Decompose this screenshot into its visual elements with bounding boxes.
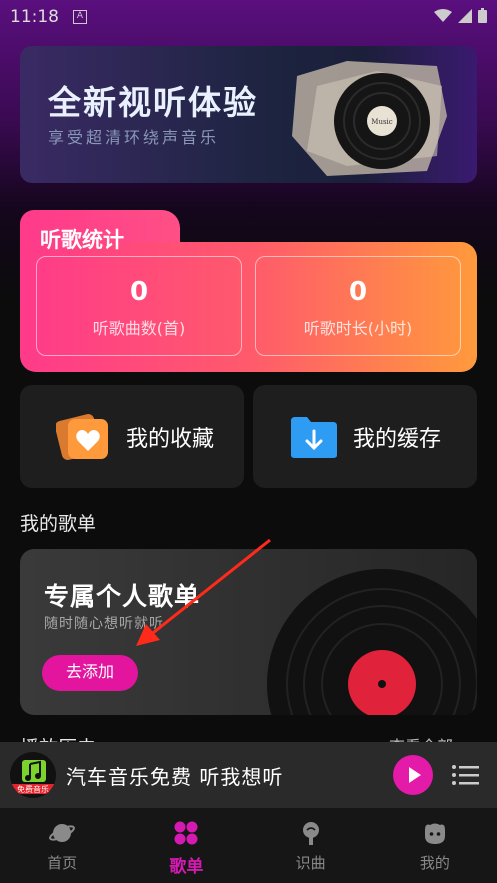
- mic-icon: [302, 822, 319, 845]
- stat-label: 听歌时长(小时): [303, 319, 413, 338]
- my-playlists-title: 我的歌单: [20, 513, 97, 535]
- tab-label: 我的: [419, 854, 450, 872]
- tab-recognize[interactable]: 识曲: [249, 808, 373, 883]
- add-playlist-button[interactable]: 去添加: [42, 655, 138, 691]
- tab-label: 首页: [47, 854, 78, 872]
- stat-song-count: 0 听歌曲数(首): [36, 256, 242, 356]
- banner-title: 全新视听体验: [48, 83, 258, 122]
- bottom-tab-bar: 首页 歌单 识曲 我的: [0, 808, 497, 883]
- stat-listen-hours: 0 听歌时长(小时): [255, 256, 461, 356]
- cache-label: 我的缓存: [353, 426, 442, 452]
- play-icon: [409, 767, 421, 783]
- planet-icon: [49, 824, 76, 842]
- favorites-label: 我的收藏: [126, 426, 215, 452]
- battery-icon: [478, 8, 487, 23]
- now-playing-title: 汽车音乐免费 听我想听: [66, 764, 284, 789]
- mini-player[interactable]: 免费音乐 汽车音乐免费 听我想听: [0, 742, 497, 808]
- play-button[interactable]: [393, 755, 433, 795]
- annotation-arrow-icon: [136, 538, 271, 646]
- grid-icon: [174, 821, 198, 845]
- download-folder-icon: [291, 416, 337, 458]
- art-caption: 免费音乐: [17, 784, 49, 794]
- vinyl-icon: [267, 569, 477, 715]
- status-icons: [434, 8, 487, 23]
- cache-card[interactable]: 我的缓存: [253, 385, 477, 488]
- record-label: Music: [371, 118, 393, 126]
- vinyl-record-artwork: Music: [292, 61, 447, 176]
- stat-value: 0: [129, 277, 149, 307]
- promo-banner[interactable]: 全新视听体验 享受超清环绕声音乐 Music: [20, 46, 477, 183]
- status-bar: 11:18 A: [0, 0, 497, 34]
- banner-subtitle: 享受超清环绕声音乐: [48, 128, 220, 147]
- signal-icon: [458, 8, 472, 23]
- stat-value: 0: [348, 277, 368, 307]
- status-time: 11:18: [10, 7, 59, 27]
- favorites-card[interactable]: 我的收藏: [20, 385, 244, 488]
- face-icon: [424, 823, 445, 844]
- tab-mine[interactable]: 我的: [373, 808, 497, 883]
- listening-stats-card: 听歌统计 0 听歌曲数(首) 0 听歌时长(小时): [20, 210, 477, 372]
- wifi-icon: [434, 8, 452, 22]
- heart-folder-icon: [56, 413, 108, 460]
- notification-icon: A: [73, 10, 87, 24]
- music-note-icon: 免费音乐: [12, 760, 54, 794]
- stat-label: 听歌曲数(首): [92, 319, 186, 338]
- tab-label: 识曲: [295, 854, 326, 872]
- tab-home[interactable]: 首页: [0, 808, 124, 883]
- tab-label: 歌单: [169, 857, 204, 877]
- album-art[interactable]: 免费音乐: [10, 752, 56, 798]
- playlist-menu-icon[interactable]: [451, 763, 479, 787]
- tab-playlists[interactable]: 歌单: [124, 808, 248, 883]
- stats-title: 听歌统计: [40, 228, 124, 252]
